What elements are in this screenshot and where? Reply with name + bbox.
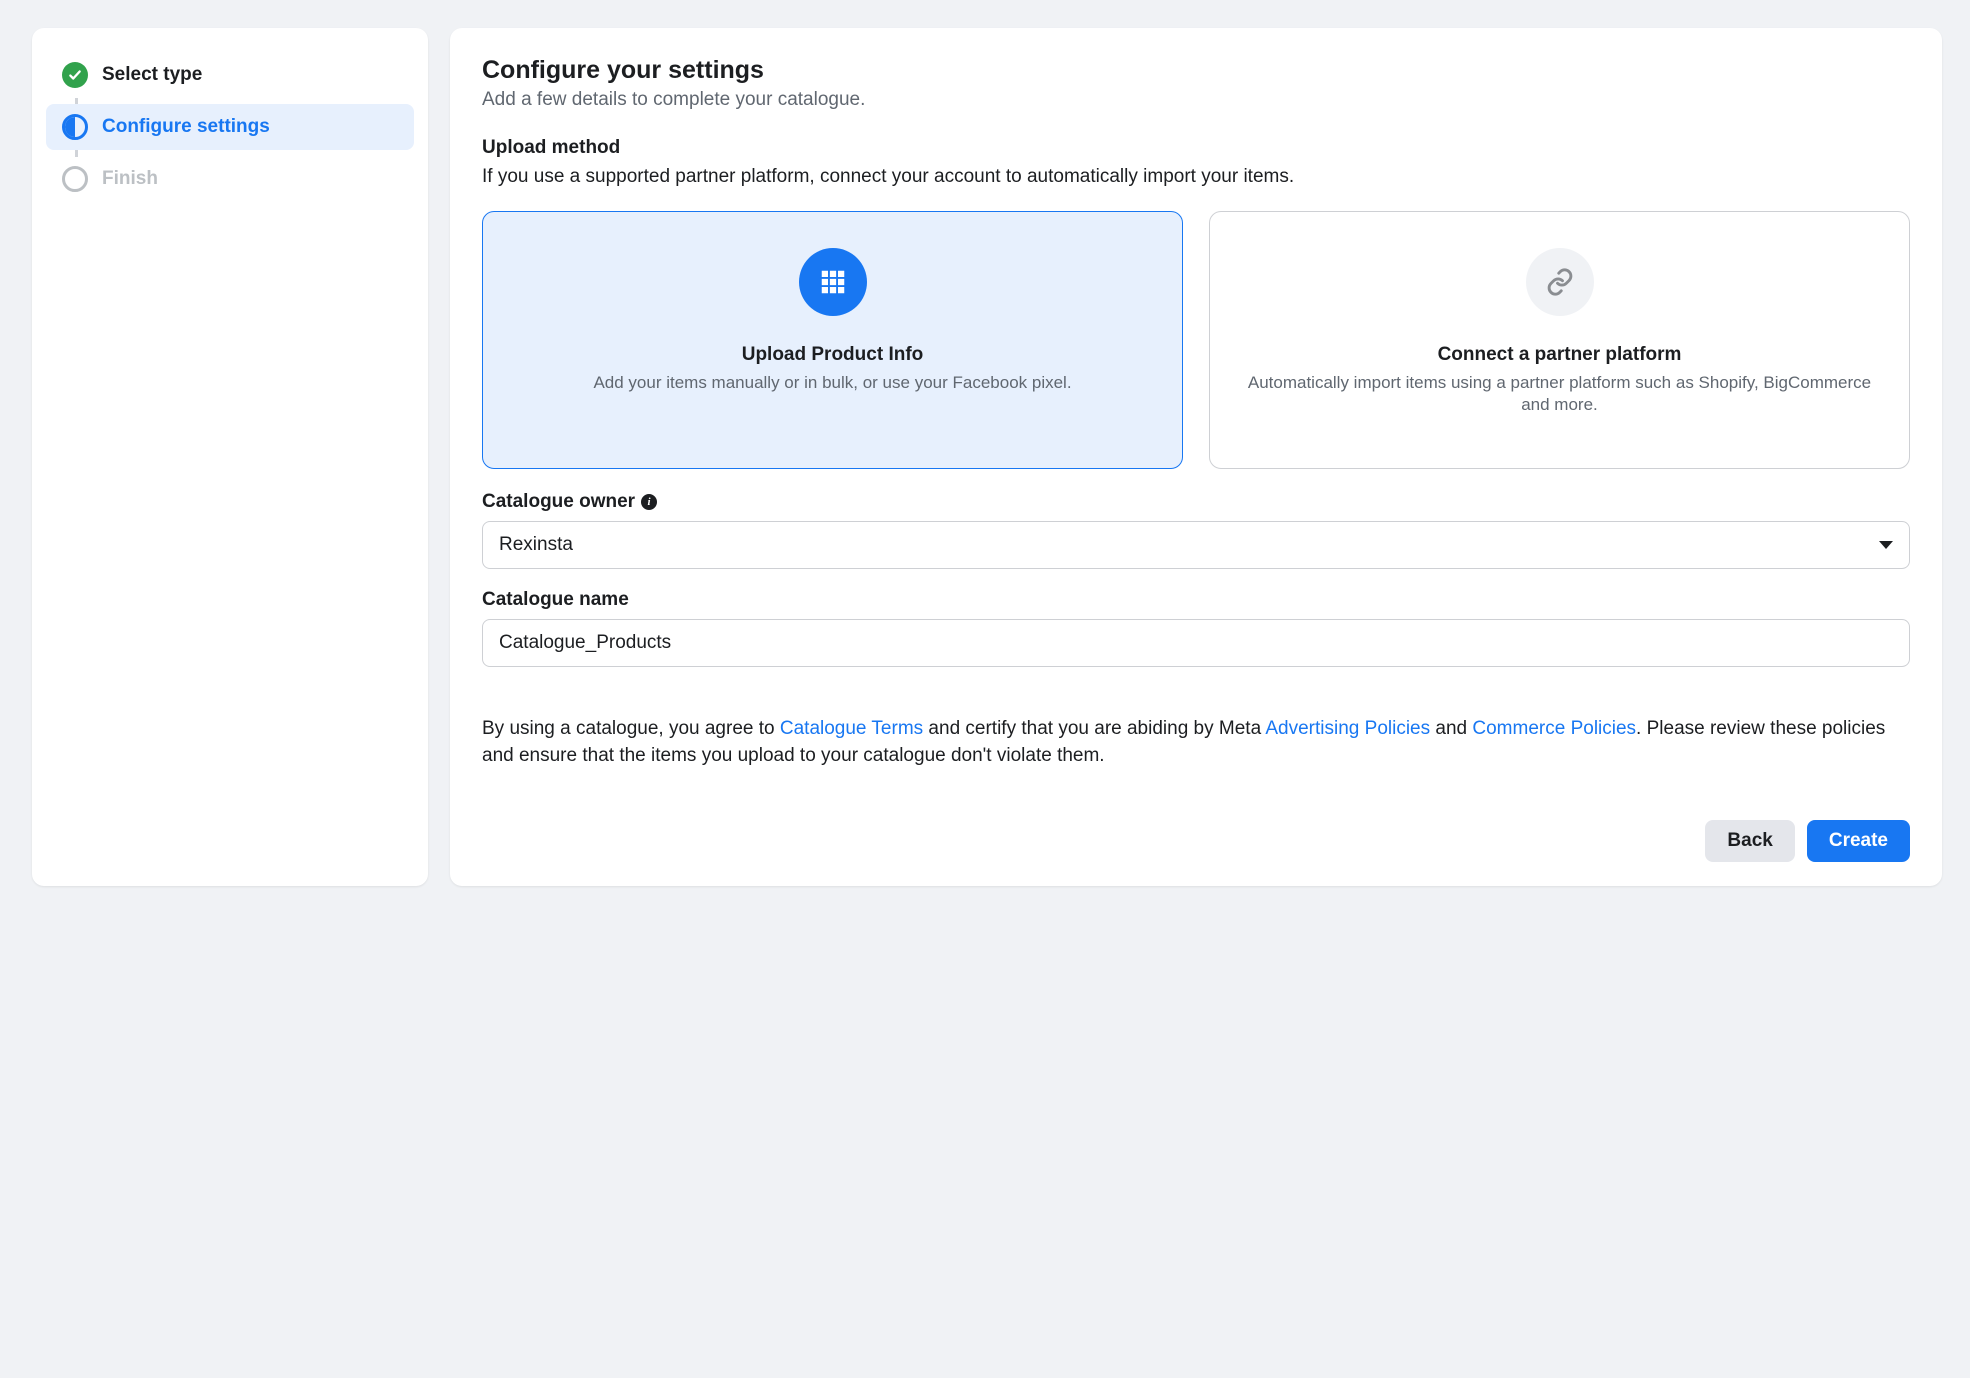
card-desc: Add your items manually or in bulk, or u… (593, 372, 1071, 395)
link-commerce-policies[interactable]: Commerce Policies (1472, 718, 1636, 739)
step-label: Select type (102, 64, 202, 86)
chevron-down-icon (1879, 541, 1893, 549)
link-advertising-policies[interactable]: Advertising Policies (1265, 718, 1430, 739)
half-circle-icon (62, 114, 88, 140)
back-button[interactable]: Back (1705, 820, 1794, 862)
legal-text: By using a catalogue, you agree to Catal… (482, 715, 1910, 770)
card-title: Connect a partner platform (1438, 344, 1682, 366)
create-button[interactable]: Create (1807, 820, 1910, 862)
step-select-type[interactable]: Select type (46, 52, 414, 98)
card-title: Upload Product Info (742, 344, 924, 366)
grid-icon (799, 248, 867, 316)
card-upload-product-info[interactable]: Upload Product Info Add your items manua… (482, 211, 1183, 469)
card-desc: Automatically import items using a partn… (1234, 372, 1885, 418)
catalogue-name-input[interactable] (482, 619, 1910, 667)
card-connect-partner-platform[interactable]: Connect a partner platform Automatically… (1209, 211, 1910, 469)
upload-method-cards: Upload Product Info Add your items manua… (482, 211, 1910, 469)
info-icon[interactable]: i (641, 494, 657, 510)
page-subtitle: Add a few details to complete your catal… (482, 89, 1910, 111)
upload-method-description: If you use a supported partner platform,… (482, 163, 1910, 191)
catalogue-name-label: Catalogue name (482, 589, 629, 611)
link-catalogue-terms[interactable]: Catalogue Terms (780, 718, 923, 739)
step-finish[interactable]: Finish (46, 156, 414, 202)
step-configure-settings[interactable]: Configure settings (46, 104, 414, 150)
link-icon (1526, 248, 1594, 316)
catalogue-owner-value: Rexinsta (499, 534, 573, 556)
catalogue-owner-select[interactable]: Rexinsta (482, 521, 1910, 569)
sidebar: Select type Configure settings Finish (32, 28, 428, 886)
step-label: Configure settings (102, 116, 270, 138)
empty-circle-icon (62, 166, 88, 192)
step-label: Finish (102, 168, 158, 190)
upload-method-heading: Upload method (482, 137, 1910, 159)
footer-actions: Back Create (482, 800, 1910, 862)
catalogue-owner-label: Catalogue owner (482, 491, 635, 513)
check-icon (62, 62, 88, 88)
main-panel: Configure your settings Add a few detail… (450, 28, 1942, 886)
page-title: Configure your settings (482, 56, 1910, 85)
